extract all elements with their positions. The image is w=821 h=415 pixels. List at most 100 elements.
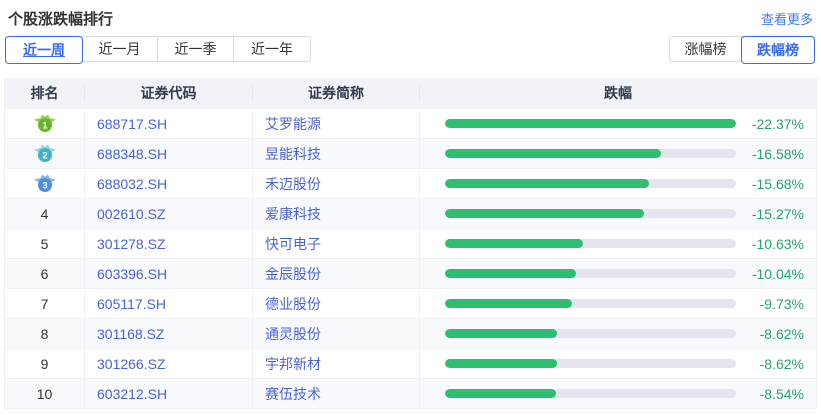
view-more-link[interactable]: 查看更多 (761, 9, 813, 28)
decline-bar-track (445, 359, 736, 368)
stock-code[interactable]: 603396.SH (85, 259, 253, 288)
decline-cell: -9.73% (420, 289, 816, 318)
stock-code[interactable]: 002610.SZ (85, 199, 253, 228)
decline-bar-fill (445, 149, 661, 158)
rank-medal-2-icon: 2 (33, 142, 57, 165)
column-header-rank: 排名 (5, 84, 85, 102)
decline-bar-track (445, 149, 736, 158)
tab-last-year[interactable]: 近一年 (234, 37, 310, 61)
rank-cell: 9 (5, 349, 85, 378)
table-row: 10 603212.SH 赛伍技术 -8.54% (5, 378, 816, 408)
decline-percent: -10.63% (736, 236, 816, 252)
table-row: 8 301168.SZ 通灵股份 -8.62% (5, 318, 816, 348)
svg-text:1: 1 (42, 120, 48, 131)
stock-name[interactable]: 金辰股份 (253, 259, 420, 288)
stock-name[interactable]: 快可电子 (253, 229, 420, 258)
stock-code[interactable]: 301278.SZ (85, 229, 253, 258)
stock-name[interactable]: 通灵股份 (253, 319, 420, 348)
stock-code[interactable]: 301266.SZ (85, 349, 253, 378)
decline-cell: -8.54% (420, 379, 816, 408)
controls-row: 近一周 近一月 近一季 近一年 涨幅榜 跌幅榜 (5, 36, 815, 64)
svg-text:2: 2 (42, 150, 47, 161)
table-row: 9 301266.SZ 宇邦新材 -8.62% (5, 348, 816, 378)
rank-medal-1-icon: 1 (33, 112, 57, 135)
stock-code[interactable]: 301168.SZ (85, 319, 253, 348)
decline-bar-track (445, 269, 736, 278)
decline-bar-fill (445, 299, 572, 308)
stock-name[interactable]: 艾罗能源 (253, 109, 420, 138)
decline-percent: -8.62% (736, 326, 816, 342)
decline-bar-fill (445, 329, 557, 338)
stock-name[interactable]: 昱能科技 (253, 139, 420, 168)
stock-code[interactable]: 688717.SH (85, 109, 253, 138)
decline-bar-track (445, 389, 736, 398)
rank-cell: 6 (5, 259, 85, 288)
decline-cell: -10.04% (420, 259, 816, 288)
decline-percent: -10.04% (736, 266, 816, 282)
table-body: 1 688717.SH 艾罗能源 -22.37% 2 688348.SH (5, 108, 816, 408)
table-row: 6 603396.SH 金辰股份 -10.04% (5, 258, 816, 288)
table-header: 排名 证券代码 证券简称 跌幅 (5, 78, 816, 108)
ranking-table: 排名 证券代码 证券简称 跌幅 1 688717.SH 艾罗能源 -22.37% (4, 78, 817, 409)
decline-bar-fill (445, 389, 556, 398)
table-row: 3 688032.SH 禾迈股份 -15.68% (5, 168, 816, 198)
stock-name[interactable]: 爱康科技 (253, 199, 420, 228)
tab-last-quarter[interactable]: 近一季 (158, 37, 234, 61)
stock-name[interactable]: 德业股份 (253, 289, 420, 318)
decline-cell: -16.58% (420, 139, 816, 168)
losers-board-button[interactable]: 跌幅榜 (741, 36, 815, 64)
stock-code[interactable]: 605117.SH (85, 289, 253, 318)
rank-cell: 3 (5, 169, 85, 198)
decline-bar-fill (445, 179, 649, 188)
decline-bar-track (445, 299, 736, 308)
stock-name[interactable]: 禾迈股份 (253, 169, 420, 198)
decline-bar-track (445, 119, 736, 128)
decline-cell: -15.27% (420, 199, 816, 228)
decline-bar-fill (445, 239, 583, 248)
stock-code[interactable]: 688032.SH (85, 169, 253, 198)
column-header-code: 证券代码 (85, 84, 253, 102)
page-header: 个股涨跌幅排行 查看更多 (0, 0, 821, 26)
decline-cell: -22.37% (420, 109, 816, 138)
decline-percent: -22.37% (736, 116, 816, 132)
decline-cell: -15.68% (420, 169, 816, 198)
table-row: 7 605117.SH 德业股份 -9.73% (5, 288, 816, 318)
decline-cell: -8.62% (420, 349, 816, 378)
tab-last-week[interactable]: 近一周 (5, 36, 83, 64)
table-row: 2 688348.SH 昱能科技 -16.58% (5, 138, 816, 168)
rank-cell: 5 (5, 229, 85, 258)
column-header-decline: 跌幅 (420, 84, 816, 102)
rank-cell: 2 (5, 139, 85, 168)
decline-percent: -15.68% (736, 176, 816, 192)
table-row: 4 002610.SZ 爱康科技 -15.27% (5, 198, 816, 228)
decline-percent: -15.27% (736, 206, 816, 222)
rank-cell: 8 (5, 319, 85, 348)
decline-percent: -8.54% (736, 386, 816, 402)
stock-code[interactable]: 688348.SH (85, 139, 253, 168)
table-row: 5 301278.SZ 快可电子 -10.63% (5, 228, 816, 258)
board-toggle: 涨幅榜 跌幅榜 (669, 36, 815, 62)
decline-percent: -9.73% (736, 296, 816, 312)
tab-last-month[interactable]: 近一月 (82, 37, 158, 61)
page-title: 个股涨跌幅排行 (8, 8, 113, 29)
table-row: 1 688717.SH 艾罗能源 -22.37% (5, 108, 816, 138)
stock-name[interactable]: 宇邦新材 (253, 349, 420, 378)
decline-bar-fill (445, 359, 557, 368)
rank-cell: 10 (5, 379, 85, 408)
decline-bar-track (445, 329, 736, 338)
gainers-board-button[interactable]: 涨幅榜 (670, 37, 742, 61)
stock-name[interactable]: 赛伍技术 (253, 379, 420, 408)
column-header-name: 证券简称 (253, 84, 420, 102)
decline-percent: -8.62% (736, 356, 816, 372)
decline-cell: -8.62% (420, 319, 816, 348)
decline-bar-fill (445, 209, 644, 218)
rank-cell: 4 (5, 199, 85, 228)
stock-code[interactable]: 603212.SH (85, 379, 253, 408)
rank-cell: 1 (5, 109, 85, 138)
decline-bar-track (445, 209, 736, 218)
decline-bar-fill (445, 269, 576, 278)
decline-bar-fill (445, 119, 736, 128)
decline-cell: -10.63% (420, 229, 816, 258)
svg-text:3: 3 (42, 180, 47, 191)
decline-bar-track (445, 179, 736, 188)
